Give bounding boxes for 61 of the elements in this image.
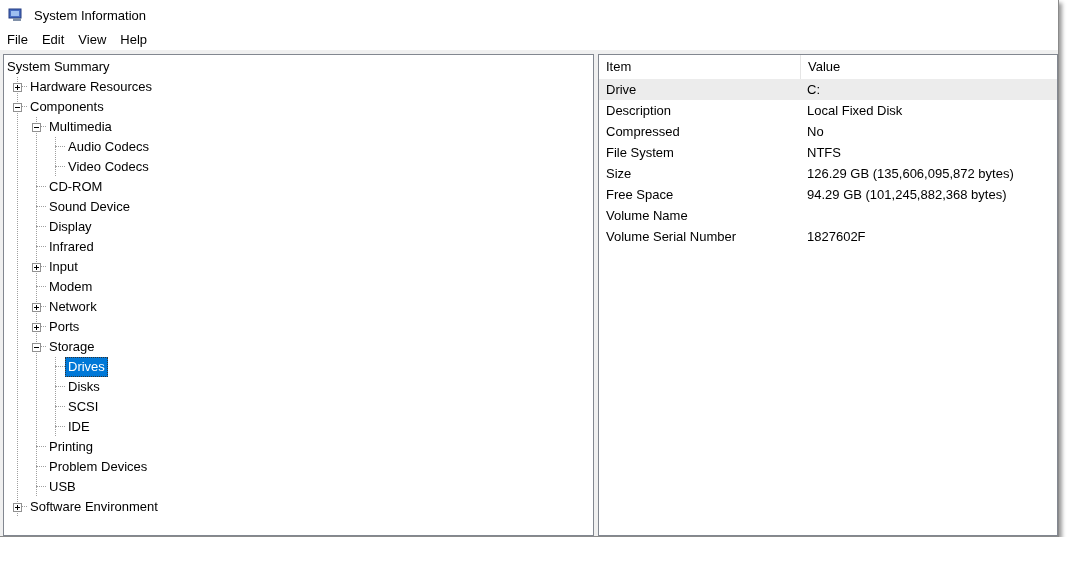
tree-item[interactable]: SCSI: [65, 397, 102, 417]
table-cell-text: Drive: [605, 82, 638, 97]
table-cell-text: Volume Name: [605, 208, 689, 223]
menu-item[interactable]: Edit: [34, 30, 72, 50]
table-row[interactable]: Compressed No: [599, 121, 1057, 142]
table-row[interactable]: Description Local Fixed Disk: [599, 100, 1057, 121]
menu-item[interactable]: File: [0, 30, 35, 50]
table-cell-text: No: [806, 124, 824, 139]
table-row[interactable]: Size 126.29 GB (135,606,095,872 bytes): [599, 163, 1057, 184]
expand-icon[interactable]: [32, 262, 41, 272]
table-cell-text: Volume Serial Number: [605, 229, 738, 244]
expand-icon[interactable]: [32, 322, 41, 332]
menu-item[interactable]: View: [71, 30, 114, 50]
table-cell-text: Local Fixed Disk: [806, 103, 903, 118]
tree-item[interactable]: Storage: [46, 337, 98, 357]
table-row[interactable]: File System NTFS: [599, 142, 1057, 163]
tree-item[interactable]: USB: [46, 477, 79, 497]
tree-item[interactable]: Infrared: [46, 237, 97, 257]
tree-item[interactable]: Display: [46, 217, 95, 237]
table-cell-text: Compressed: [605, 124, 681, 139]
tree-item[interactable]: Hardware Resources: [27, 77, 156, 97]
expand-icon[interactable]: [32, 302, 41, 312]
table-cell-text: 94.29 GB (101,245,882,368 bytes): [806, 187, 1007, 202]
tree-item[interactable]: Modem: [46, 277, 96, 297]
tree-item[interactable]: System Summary: [4, 57, 113, 77]
tree-item[interactable]: Ports: [46, 317, 83, 337]
table-cell-text: C:: [806, 82, 820, 97]
table-cell-text: Free Space: [605, 187, 675, 202]
table-row[interactable]: Free Space 94.29 GB (101,245,882,368 bytes): [599, 184, 1057, 205]
tree-item[interactable]: Components: [27, 97, 107, 117]
tree-item[interactable]: Audio Codecs: [65, 137, 152, 157]
column-header[interactable]: Value: [801, 55, 841, 79]
table-cell-text: Description: [605, 103, 673, 118]
tree-item[interactable]: Input: [46, 257, 81, 277]
tree-item[interactable]: Network: [46, 297, 100, 317]
window-title: System Information: [34, 7, 146, 23]
collapse-icon[interactable]: [32, 342, 41, 352]
tree-item[interactable]: Multimedia: [46, 117, 115, 137]
table-row[interactable]: Volume Serial Number 1827602F: [599, 226, 1057, 247]
tree-item[interactable]: Disks: [65, 377, 103, 397]
table-cell-text: 126.29 GB (135,606,095,872 bytes): [806, 166, 1014, 181]
tree-item[interactable]: Drives: [65, 357, 108, 377]
table-cell-text: Size: [605, 166, 633, 181]
collapse-icon[interactable]: [13, 102, 22, 112]
tree-item[interactable]: Printing: [46, 437, 97, 457]
expand-icon[interactable]: [13, 82, 22, 92]
table-cell-text: 1827602F: [806, 229, 866, 244]
table-row[interactable]: Volume Name: [599, 205, 1057, 226]
tree-item[interactable]: IDE: [65, 417, 93, 437]
selected-row[interactable]: Drive C:: [599, 79, 1057, 100]
tree-item[interactable]: CD-ROM: [46, 177, 106, 197]
table-cell-text: File System: [605, 145, 675, 160]
tree-item[interactable]: Video Codecs: [65, 157, 152, 177]
app-icon: [8, 8, 24, 22]
table-cell-text: NTFS: [806, 145, 841, 160]
collapse-icon[interactable]: [32, 122, 41, 132]
tree-item[interactable]: Sound Device: [46, 197, 133, 217]
menu-item[interactable]: Help: [113, 30, 155, 50]
expand-icon[interactable]: [13, 502, 22, 512]
tree-item[interactable]: Problem Devices: [46, 457, 151, 477]
tree-item[interactable]: Software Environment: [27, 497, 161, 517]
